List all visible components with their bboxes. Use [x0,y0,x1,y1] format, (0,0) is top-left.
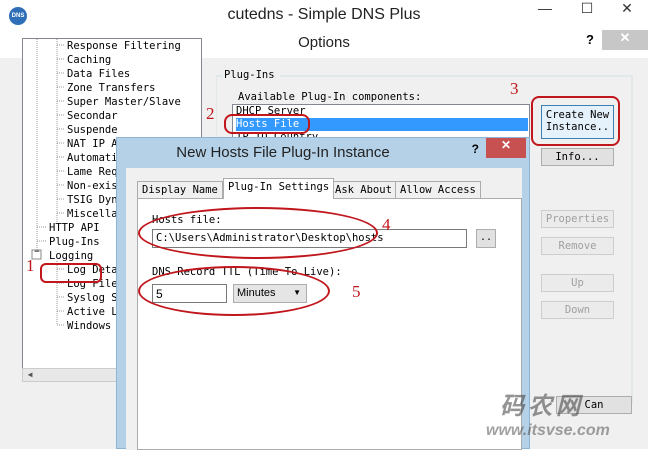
annotation-number-3: 3 [510,79,519,98]
ttl-unit-select[interactable]: Minutes ▼ [233,284,307,303]
tree-item-http-api[interactable]: HTTP API [49,221,100,235]
tree-item-tsig-dynamic[interactable]: TSIG Dyn [67,193,118,207]
remove-button[interactable]: Remove [541,237,614,255]
watermark-logo-text: 码农网 [500,394,584,420]
chevron-down-icon: ▼ [293,288,301,297]
create-new-label-line2: Instance.. [545,121,610,133]
tree-item-super-master-slave[interactable]: Super Master/Slave [67,95,181,109]
component-item-dhcp-server[interactable]: DHCP Server [236,105,528,118]
help-icon[interactable]: ? [586,32,594,47]
hosts-file-input[interactable]: C:\Users\Administrator\Desktop\hosts [152,229,467,248]
tab-allow-access[interactable]: Allow Access [395,181,481,199]
tree-item-nat-ip[interactable]: NAT IP A [67,137,118,151]
tree-item-log-details[interactable]: Log Deta [67,263,118,277]
modal-help-icon[interactable]: ? [472,142,479,156]
available-components-label: Available Plug-In components: [238,91,422,103]
scroll-left-icon[interactable]: ◀ [23,369,37,381]
ttl-value-input[interactable]: 5 [152,284,227,303]
tree-item-miscellaneous[interactable]: Miscella [67,207,118,221]
main-titlebar: DNS cutedns - Simple DNS Plus — ☐ ✕ [0,0,648,30]
ttl-unit-value: Minutes [237,287,276,299]
watermark-url: www.itsvse.com [486,422,610,439]
down-button[interactable]: Down [541,301,614,319]
close-button[interactable]: ✕ [612,0,642,24]
tree-item-lame-requests[interactable]: Lame Req [67,165,118,179]
hosts-file-label: Hosts file: [152,214,222,226]
tree-item-zone-transfers[interactable]: Zone Transfers [67,81,156,95]
tree-item-plug-ins[interactable]: Plug-Ins [49,235,100,249]
options-close-button[interactable]: ✕ [602,30,648,50]
tree-item-response-filtering[interactable]: Response Filtering [67,39,181,53]
tree-item-logging[interactable]: Logging [49,249,93,263]
tree-item-non-existent[interactable]: Non-exis [67,179,118,193]
new-hosts-file-dialog: New Hosts File Plug-In Instance ? ✕ Disp… [116,137,530,450]
tree-item-automatic[interactable]: Automati [67,151,118,165]
modal-title: New Hosts File Plug-In Instance [176,144,390,161]
tree-item-secondary[interactable]: Secondar [67,109,118,123]
ttl-label: DNS Record TTL (Time To Live): [152,266,342,278]
minimize-button[interactable]: — [530,0,560,24]
annotation-number-1: 1 [26,256,35,275]
browse-button[interactable]: .. [476,229,496,248]
component-item-hosts-file[interactable]: Hosts File [236,118,528,131]
create-new-instance-button[interactable]: Create New Instance.. [541,105,614,139]
tab-plug-in-settings[interactable]: Plug-In Settings [223,178,335,199]
tree-item-log-file[interactable]: Log File [67,277,118,291]
modal-close-button[interactable]: ✕ [486,138,526,158]
annotation-number-5: 5 [352,282,361,301]
tab-display-name[interactable]: Display Name [137,181,223,199]
annotation-number-2: 2 [206,104,215,123]
tree-item-syslog[interactable]: Syslog S [67,291,118,305]
watermark: 码农网 www.itsvse.com [476,386,646,446]
annotation-number-4: 4 [382,215,391,234]
modal-body: Display Name Plug-In Settings Ask About … [126,168,522,450]
up-button[interactable]: Up [541,274,614,292]
tree-item-active-log[interactable]: Active L [67,305,118,319]
create-new-label-line1: Create New [545,109,610,121]
tree-item-suspended[interactable]: Suspende [67,123,118,137]
properties-button[interactable]: Properties [541,210,614,228]
tree-item-data-files[interactable]: Data Files [67,67,130,81]
info-button[interactable]: Info... [541,148,614,166]
tree-item-caching[interactable]: Caching [67,53,111,67]
tab-ask-about[interactable]: Ask About [330,181,397,199]
maximize-button[interactable]: ☐ [572,0,602,24]
